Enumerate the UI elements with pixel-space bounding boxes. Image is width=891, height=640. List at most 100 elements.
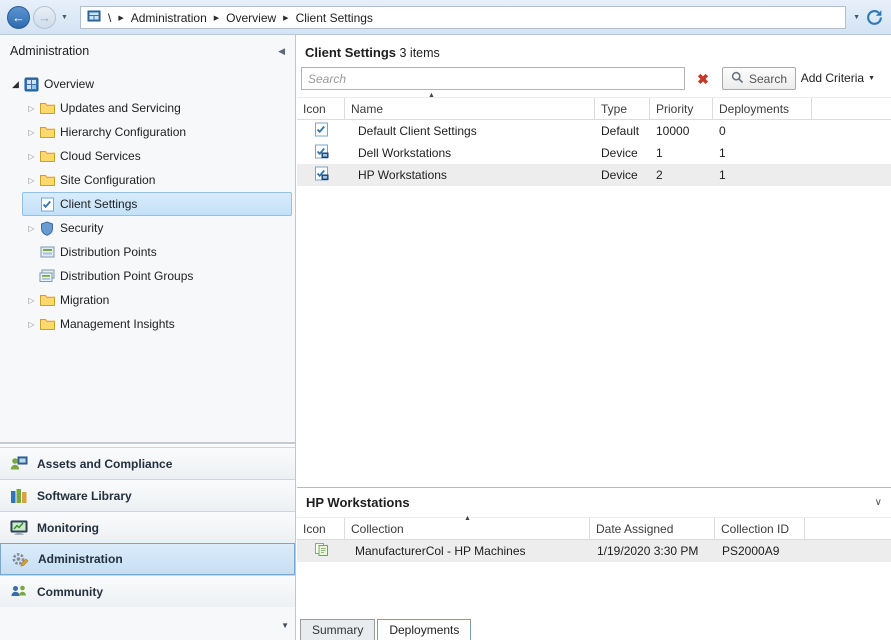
item-count: 3 items: [400, 46, 440, 60]
sidebar-item-distribution-point-groups[interactable]: Distribution Point Groups: [22, 264, 295, 288]
sccm-console-window: ← → ▼ \ ▶ Administration ▶ Overview ▶ Cl…: [0, 0, 891, 640]
collapsed-arrow-icon[interactable]: ▷: [25, 224, 38, 233]
deployments-list-header: Icon Collection Date Assigned Collection…: [297, 517, 891, 540]
table-row-manufacturercol[interactable]: ManufacturerCol - HP Machines 1/19/2020 …: [297, 540, 891, 562]
cell-deployments: 1: [713, 168, 812, 182]
cell-type: Device: [595, 146, 650, 160]
workspace-assets-and-compliance[interactable]: Assets and Compliance: [0, 447, 295, 479]
column-header-collection-id[interactable]: Collection ID: [715, 518, 805, 539]
column-header-deployments[interactable]: Deployments: [713, 98, 812, 119]
device-client-settings-icon: [314, 166, 329, 184]
chevron-down-icon: ▼: [868, 75, 875, 82]
sidebar-item-migration[interactable]: ▷ Migration: [22, 288, 295, 312]
results-pane: Client Settings 3 items ✖ Search Add Cri…: [297, 35, 891, 640]
sidebar-item-security[interactable]: ▷ Security: [22, 216, 295, 240]
column-header-icon[interactable]: Icon: [297, 518, 345, 539]
sidebar-item-site-configuration[interactable]: ▷ Site Configuration: [22, 168, 295, 192]
collapsed-arrow-icon[interactable]: ▷: [25, 128, 38, 137]
cell-name: Dell Workstations: [345, 146, 595, 160]
cell-deployments: 0: [713, 124, 812, 138]
forward-button[interactable]: →: [33, 6, 56, 29]
sidebar-item-distribution-points[interactable]: Distribution Points: [22, 240, 295, 264]
column-header-date-assigned[interactable]: Date Assigned: [590, 518, 715, 539]
table-row-dell-workstations[interactable]: Dell Workstations Device 1 1: [297, 142, 891, 164]
collapse-detail-chevron-icon[interactable]: ∨: [875, 497, 882, 508]
workspace-software-library[interactable]: Software Library: [0, 479, 295, 511]
collapsed-arrow-icon[interactable]: ▷: [25, 320, 38, 329]
tab-summary[interactable]: Summary: [300, 619, 375, 640]
sidebar-item-overview[interactable]: ◢ Overview: [0, 72, 295, 96]
expanded-arrow-icon[interactable]: ◢: [9, 79, 22, 90]
sidebar-item-client-settings[interactable]: Client Settings: [22, 192, 292, 216]
add-criteria-button[interactable]: Add Criteria ▼: [801, 71, 875, 85]
workspace-overflow-chevron-icon[interactable]: ▼: [281, 621, 289, 630]
sidebar-item-hierarchy-configuration[interactable]: ▷ Hierarchy Configuration: [22, 120, 295, 144]
administration-icon: [10, 551, 30, 567]
collapse-pane-icon[interactable]: ◀: [278, 46, 285, 57]
breadcrumb-item-overview[interactable]: Overview: [226, 11, 276, 25]
site-icon: [87, 9, 101, 26]
navigation-toolbar: ← → ▼ \ ▶ Administration ▶ Overview ▶ Cl…: [0, 0, 891, 35]
workspace-monitoring[interactable]: Monitoring: [0, 511, 295, 543]
sidebar-item-cloud-services[interactable]: ▷ Cloud Services: [22, 144, 295, 168]
sort-ascending-icon[interactable]: ▲: [464, 515, 471, 522]
navigation-history-dropdown[interactable]: ▼: [61, 14, 68, 21]
column-header-name[interactable]: Name: [345, 98, 595, 119]
collapsed-arrow-icon[interactable]: ▷: [25, 296, 38, 305]
distribution-point-group-icon: [38, 269, 56, 283]
collapsed-arrow-icon[interactable]: ▷: [25, 152, 38, 161]
back-arrow-icon: ←: [12, 10, 25, 25]
client-settings-list: Icon Name Type Priority Deployments Defa…: [297, 97, 891, 186]
tab-deployments[interactable]: Deployments: [377, 619, 471, 640]
workspace-administration[interactable]: Administration: [0, 543, 295, 575]
tree-label: Distribution Points: [56, 245, 157, 259]
search-input[interactable]: [301, 67, 685, 90]
breadcrumb-separator-icon: ▶: [118, 13, 123, 22]
sidebar-item-management-insights[interactable]: ▷ Management Insights: [22, 312, 295, 336]
add-criteria-label: Add Criteria: [801, 71, 864, 85]
breadcrumb-separator-icon: ▶: [283, 13, 288, 22]
pane-splitter[interactable]: [0, 442, 295, 445]
collapsed-arrow-icon[interactable]: ▷: [25, 104, 38, 113]
tree-label: Security: [56, 221, 103, 235]
community-icon: [9, 584, 29, 600]
clear-search-icon[interactable]: ✖: [693, 69, 713, 89]
cell-priority: 10000: [650, 124, 713, 138]
detail-title: HP Workstations: [306, 495, 410, 510]
breadcrumb-dropdown[interactable]: ▼: [853, 14, 860, 21]
cell-type: Device: [595, 168, 650, 182]
cell-deployments: 1: [713, 146, 812, 160]
tree-label: Distribution Point Groups: [56, 269, 193, 283]
tree-label: Cloud Services: [56, 149, 141, 163]
detail-tabs: Summary Deployments: [300, 619, 471, 640]
cell-priority: 1: [650, 146, 713, 160]
workspace-label: Community: [37, 585, 103, 599]
column-header-icon[interactable]: Icon: [297, 98, 345, 119]
folder-icon: [38, 173, 56, 187]
breadcrumb-item-client-settings[interactable]: Client Settings: [296, 11, 373, 25]
table-row-default-client-settings[interactable]: Default Client Settings Default 10000 0: [297, 120, 891, 142]
software-library-icon: [9, 488, 29, 504]
workspace-label: Monitoring: [37, 521, 99, 535]
breadcrumb-item-administration[interactable]: Administration: [131, 11, 207, 25]
overview-icon: [22, 77, 40, 92]
workspace-label: Software Library: [37, 489, 132, 503]
tree-label: Client Settings: [56, 197, 137, 211]
folder-icon: [38, 293, 56, 307]
collapsed-arrow-icon[interactable]: ▷: [25, 176, 38, 185]
search-button[interactable]: Search: [722, 67, 796, 90]
search-bar: ✖ Search Add Criteria ▼: [301, 67, 887, 91]
client-settings-icon: [314, 122, 329, 140]
breadcrumb-root[interactable]: \: [108, 11, 111, 25]
security-icon: [38, 221, 56, 236]
column-header-priority[interactable]: Priority: [650, 98, 713, 119]
table-row-hp-workstations[interactable]: HP Workstations Device 2 1: [297, 164, 891, 186]
navigation-pane: Administration ◀ ◢ Overview ▷ Updates an…: [0, 35, 296, 640]
refresh-icon[interactable]: [866, 9, 883, 26]
sidebar-item-updates-and-servicing[interactable]: ▷ Updates and Servicing: [22, 96, 295, 120]
workspace-community[interactable]: Community: [0, 575, 295, 607]
back-button[interactable]: ←: [7, 6, 30, 29]
client-settings-icon: [38, 197, 56, 212]
column-header-type[interactable]: Type: [595, 98, 650, 119]
detail-pane: HP Workstations ∨ ▲ Icon Collection Date…: [297, 487, 891, 640]
